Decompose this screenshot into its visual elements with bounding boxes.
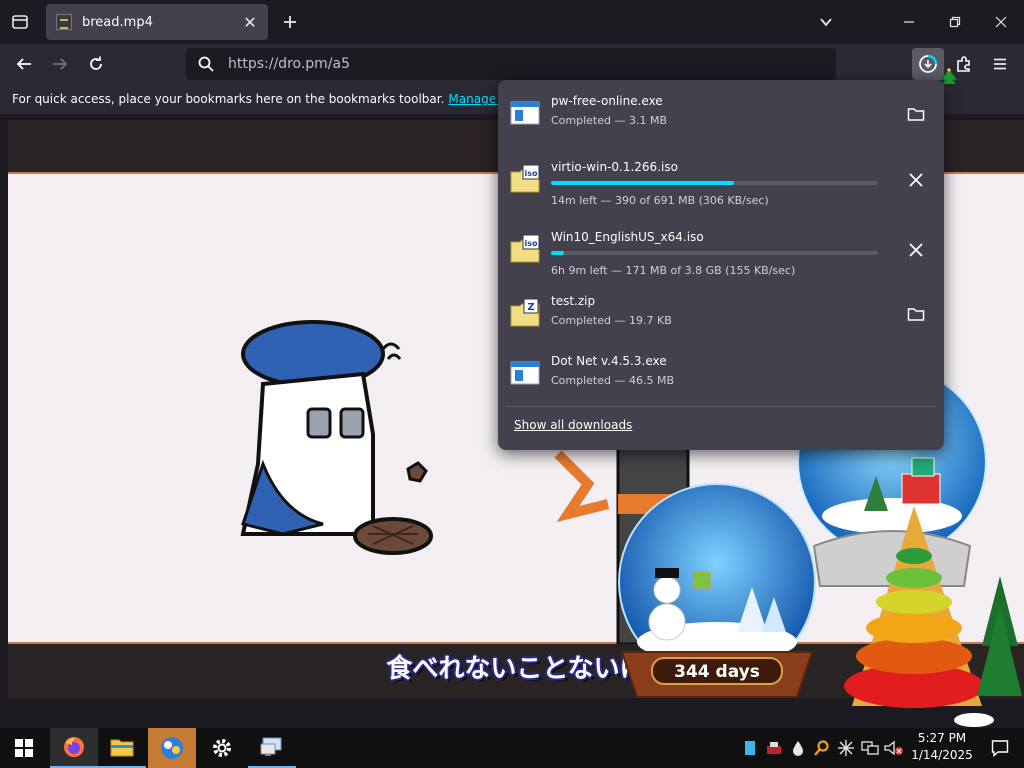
zip-file-icon: Z xyxy=(510,298,540,327)
iso-file-icon: iso xyxy=(510,164,540,193)
list-all-tabs-button[interactable] xyxy=(814,10,838,34)
remote-desktop-icon xyxy=(260,737,282,756)
search-icon xyxy=(198,56,214,72)
cancel-download-button[interactable] xyxy=(900,164,932,196)
download-item-virtio-win[interactable]: iso virtio-win-0.1.266.iso 14m left — 39… xyxy=(506,150,936,212)
download-progress-fill xyxy=(551,251,565,255)
windows-logo-icon xyxy=(15,739,33,757)
download-progress-bar xyxy=(551,181,878,185)
download-item-test-zip[interactable]: Z test.zip Completed — 19.7 KB xyxy=(506,284,936,346)
clock-date: 1/14/2025 xyxy=(911,748,973,762)
tab-bread-mp4[interactable]: bread.mp4 ✕ xyxy=(46,4,268,40)
tab-strip: bread.mp4 ✕ xyxy=(0,0,1024,44)
download-filename: virtio-win-0.1.266.iso xyxy=(551,160,678,174)
download-item-pw-free-online[interactable]: pw-free-online.exe Completed — 3.1 MB xyxy=(506,84,936,146)
tray-snowflake-icon[interactable] xyxy=(836,738,856,758)
downloads-panel: pw-free-online.exe Completed — 3.1 MB is… xyxy=(498,80,944,450)
new-tab-button[interactable] xyxy=(278,10,302,34)
download-progress-bar xyxy=(551,251,878,255)
minimize-button[interactable] xyxy=(886,0,932,44)
cancel-download-button[interactable] xyxy=(900,234,932,266)
action-center-button[interactable] xyxy=(982,732,1018,764)
folder-icon xyxy=(907,308,925,321)
tray-app-icon[interactable] xyxy=(740,738,760,758)
taskbar-file-explorer[interactable] xyxy=(98,728,146,768)
download-filename: pw-free-online.exe xyxy=(551,94,663,108)
firefox-view-button[interactable] xyxy=(8,10,32,34)
svg-text:iso: iso xyxy=(525,239,539,248)
svg-text:Z: Z xyxy=(527,302,534,313)
app-icon xyxy=(161,737,183,759)
tab-close-icon[interactable]: ✕ xyxy=(240,12,260,32)
show-in-folder-button[interactable] xyxy=(900,298,932,330)
back-button[interactable] xyxy=(8,48,40,80)
downloads-separator xyxy=(506,406,936,407)
taskbar-settings[interactable] xyxy=(198,728,246,768)
extensions-button[interactable] xyxy=(948,48,980,80)
app-menu-button[interactable] xyxy=(984,48,1016,80)
reload-button[interactable] xyxy=(80,48,112,80)
back-arrow-icon xyxy=(16,58,31,70)
exe-file-icon xyxy=(510,101,540,125)
snowglobe-decoration: 344 days xyxy=(618,483,816,698)
tray-volume-muted-icon[interactable] xyxy=(884,738,904,758)
tray-magnifier-icon[interactable] xyxy=(812,738,832,758)
chevron-down-icon xyxy=(820,18,832,27)
taskbar-firefox[interactable] xyxy=(50,728,98,768)
download-status: Completed — 19.7 KB xyxy=(551,314,672,327)
chibi-character-illustration xyxy=(240,320,433,555)
restore-button[interactable] xyxy=(932,0,978,44)
firefox-view-icon xyxy=(12,15,28,29)
navigation-toolbar: https://dro.pm/a5 xyxy=(0,44,1024,93)
show-all-downloads-button[interactable]: Show all downloads xyxy=(514,418,632,432)
start-button[interactable] xyxy=(0,728,48,768)
hamburger-menu-icon xyxy=(994,58,1006,70)
svg-text:iso: iso xyxy=(525,169,539,178)
tray-network-tool-icon[interactable] xyxy=(764,738,784,758)
show-in-folder-button[interactable] xyxy=(900,98,932,130)
gear-icon xyxy=(213,739,231,757)
christmas-tree-decoration xyxy=(844,506,1022,727)
video-favicon-icon xyxy=(56,14,72,30)
iso-file-icon: iso xyxy=(510,234,540,263)
folder-icon xyxy=(907,108,925,121)
close-window-button[interactable] xyxy=(978,0,1024,44)
windows-taskbar: 5:27 PM 1/14/2025 xyxy=(0,728,1024,768)
forward-button[interactable] xyxy=(44,48,76,80)
plus-icon xyxy=(284,16,296,28)
tab-title: bread.mp4 xyxy=(82,14,153,30)
url-text: https://dro.pm/a5 xyxy=(228,56,351,72)
close-icon xyxy=(995,16,1007,28)
download-item-win10-iso[interactable]: iso Win10_EnglishUS_x64.iso 6h 9m left —… xyxy=(506,220,936,282)
taskbar-remote-desktop[interactable] xyxy=(248,728,296,768)
notification-icon xyxy=(991,740,1009,757)
exe-file-icon xyxy=(510,361,540,385)
firefox-icon xyxy=(64,737,84,757)
folder-icon xyxy=(110,739,134,757)
restore-icon xyxy=(949,16,961,28)
download-status: 6h 9m left — 171 MB of 3.8 GB (155 KB/se… xyxy=(551,264,796,277)
puzzle-piece-icon xyxy=(957,56,970,72)
download-filename: Dot Net v.4.5.3.exe xyxy=(551,354,667,368)
forward-arrow-icon xyxy=(53,58,68,70)
tray-network-icon[interactable] xyxy=(860,738,880,758)
snowglobe-label: 344 days xyxy=(674,662,760,682)
cancel-icon xyxy=(909,173,923,187)
download-filename: test.zip xyxy=(551,294,596,308)
clock-time: 5:27 PM xyxy=(917,731,967,745)
download-status: 14m left — 390 of 691 MB (306 KB/sec) xyxy=(551,194,769,207)
download-status: Completed — 46.5 MB xyxy=(551,374,675,387)
tray-droplet-icon[interactable] xyxy=(788,738,808,758)
cancel-icon xyxy=(909,243,923,257)
taskbar-clock[interactable]: 5:27 PM 1/14/2025 xyxy=(904,730,980,764)
download-status: Completed — 3.1 MB xyxy=(551,114,668,127)
reload-icon xyxy=(90,56,102,70)
download-progress-fill xyxy=(551,181,735,185)
download-filename: Win10_EnglishUS_x64.iso xyxy=(551,230,704,244)
bookmarks-empty-message: For quick access, place your bookmarks h… xyxy=(12,92,445,106)
minimize-icon xyxy=(904,21,914,23)
address-bar[interactable]: https://dro.pm/a5 xyxy=(186,48,836,80)
download-item-dot-net[interactable]: Dot Net v.4.5.3.exe Completed — 46.5 MB xyxy=(506,344,936,406)
taskbar-app-active[interactable] xyxy=(148,728,196,768)
